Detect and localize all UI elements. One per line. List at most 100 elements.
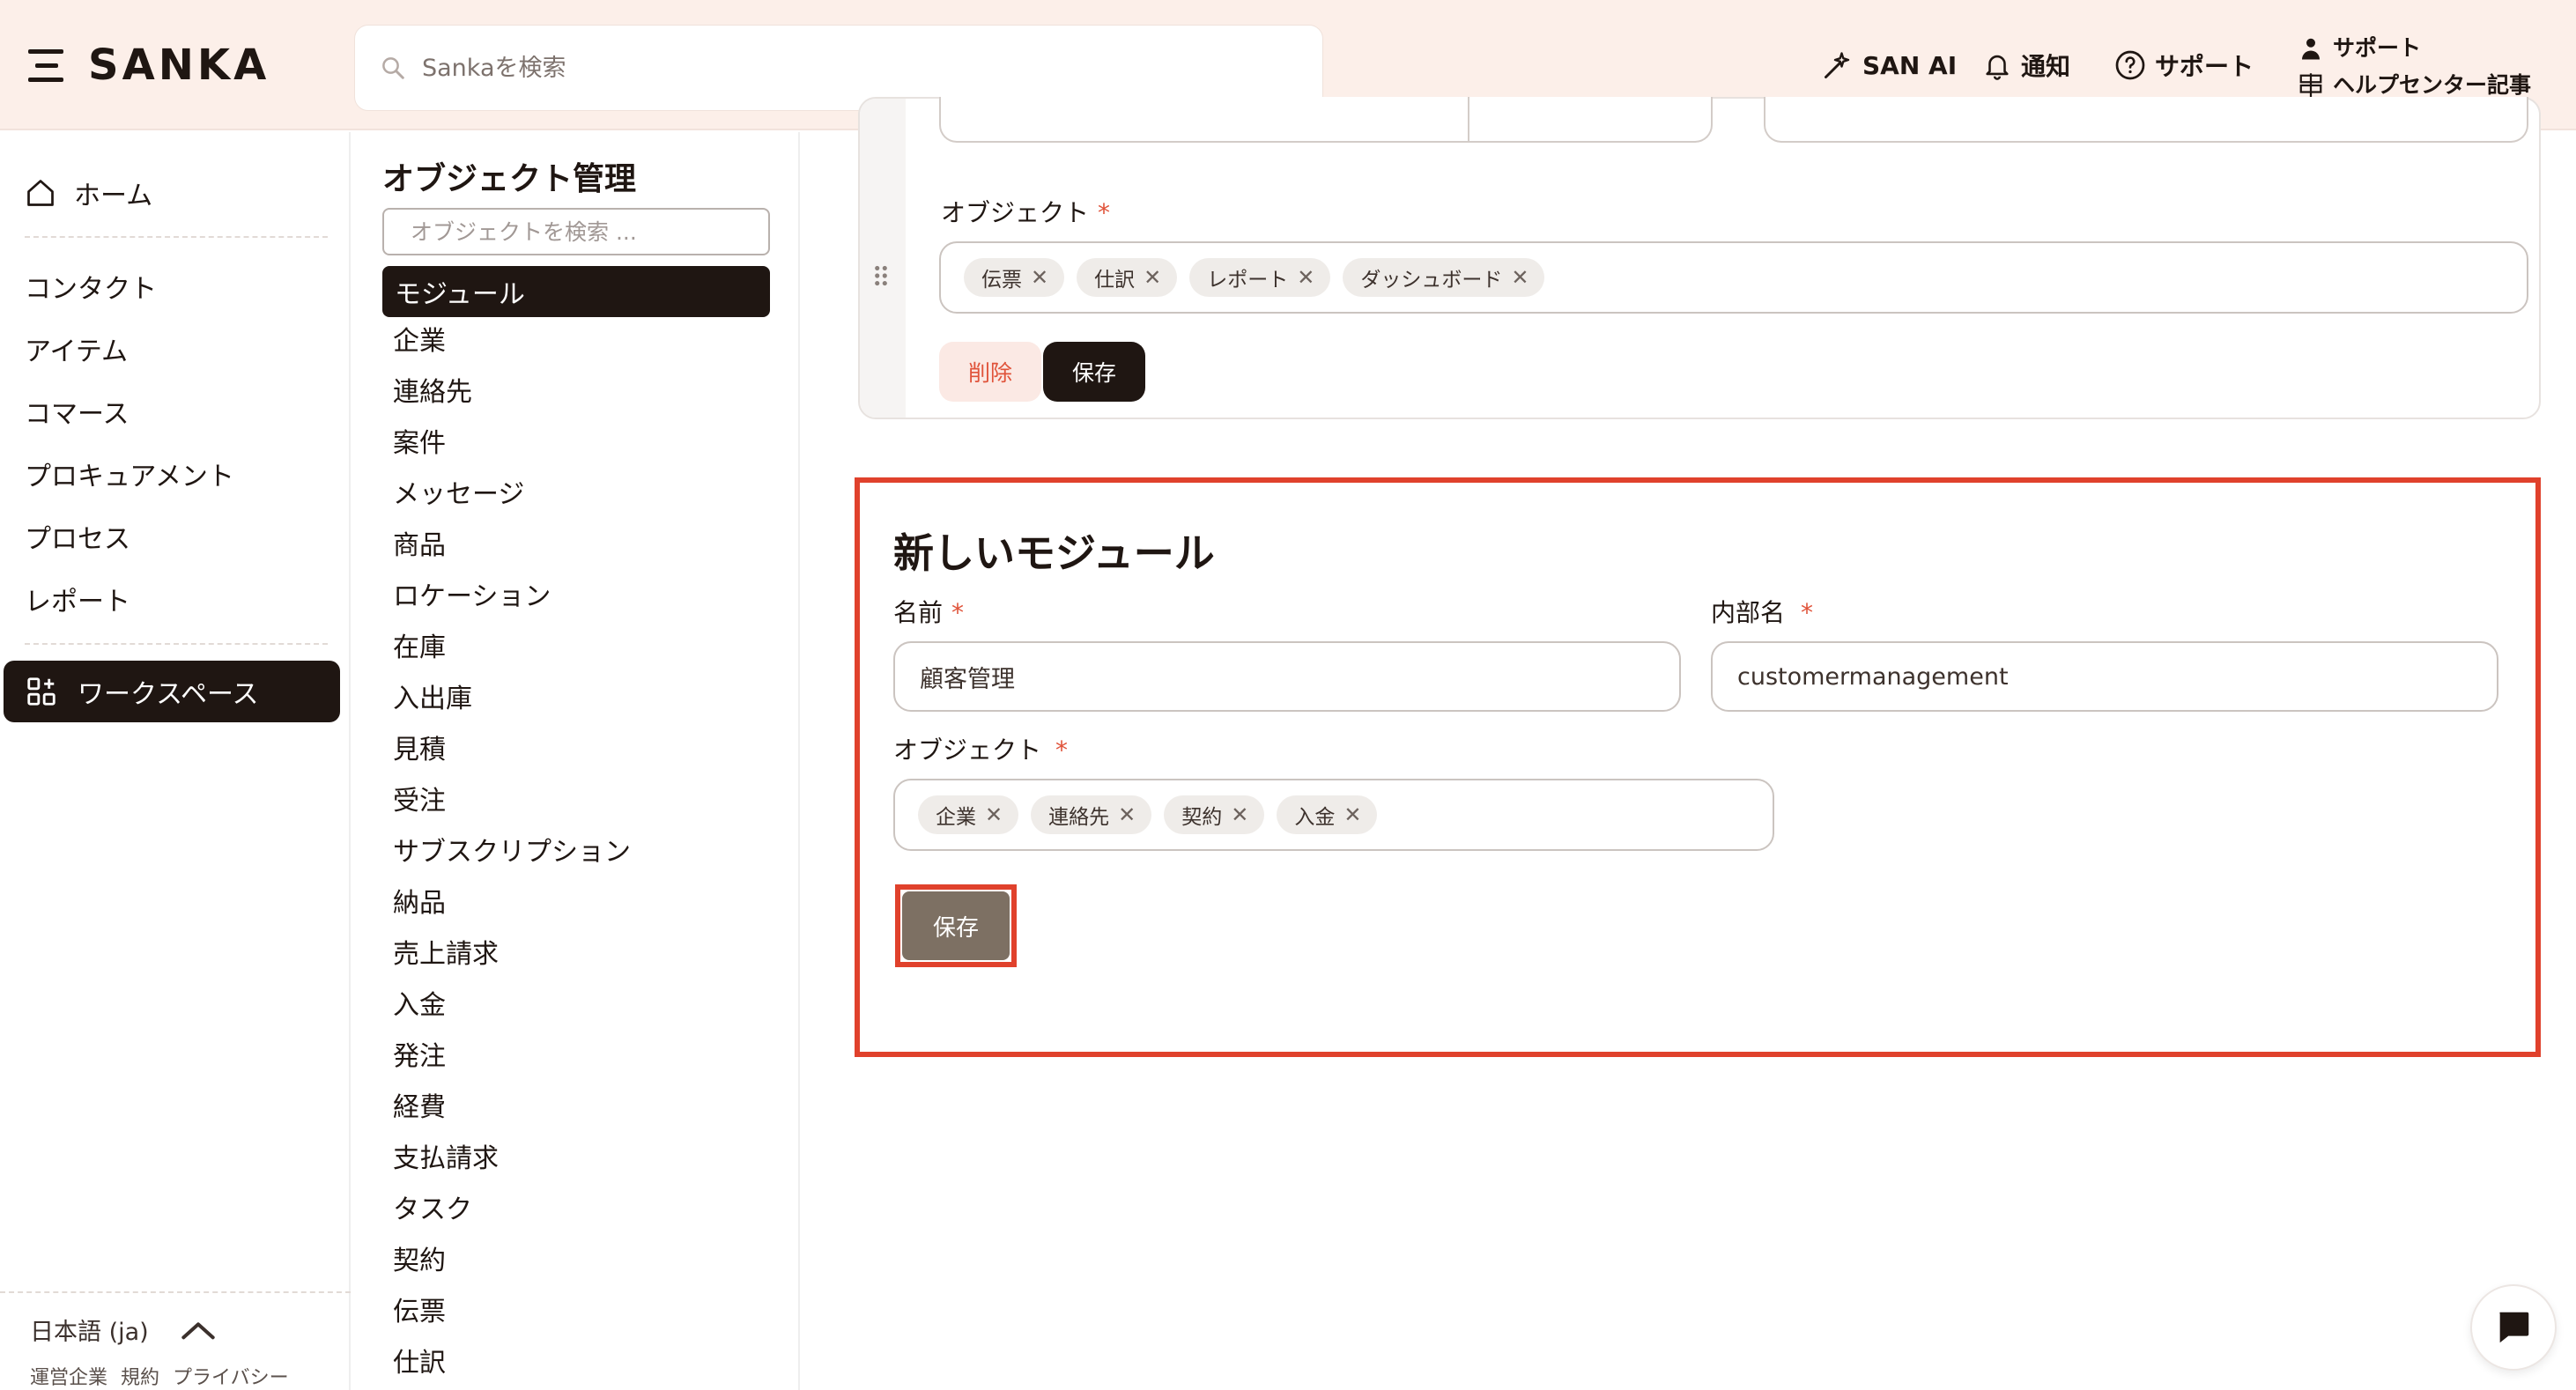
internal-name-label: 内部名 * [1711,594,1813,629]
object-item[interactable]: ロケーション [393,578,551,617]
object-tag: 仕訳 ✕ [1077,258,1178,297]
object-item[interactable]: 仕訳 [393,1344,446,1383]
object-item[interactable]: 発注 [393,1038,446,1076]
object-item[interactable]: 在庫 [393,629,446,668]
tag-label: 契約 [1181,806,1223,829]
internal-name-label-text: 内部名 [1711,598,1786,627]
help-links: サポート ヘルプセンター記事 [2298,30,2531,104]
object-item[interactable]: 入出庫 [393,680,472,719]
sidebar-item-commerce[interactable]: コマース [25,389,130,433]
tag-label: ダッシュボード [1360,269,1503,292]
name-label-text: 名前 [893,598,944,627]
delete-button[interactable]: 削除 [939,342,1041,402]
existing-module-card: オブジェクト * 伝票 ✕ 仕訳 ✕ レポート ✕ ダッシュボード ✕ 削除 保存 [858,97,2541,419]
brand-logo[interactable]: SANKA [28,39,270,92]
object-item[interactable]: 契約 [393,1242,446,1281]
sidebar-item-reports[interactable]: レポート [25,577,130,621]
tag-label: レポート [1207,269,1289,292]
remove-tag-icon[interactable]: ✕ [1118,802,1136,827]
san-ai-label: SAN AI [1862,50,1958,80]
sidebar-item-label: ワークスペース [78,679,259,710]
support-label: サポート [2155,52,2254,81]
save-new-module-button[interactable]: 保存 [902,891,1010,960]
required-mark: * [951,598,965,627]
footer-link-company[interactable]: 運営企業 [30,1367,107,1389]
support-button[interactable]: サポート [2114,41,2254,90]
internal-name-input[interactable] [1711,641,2498,712]
language-selector[interactable]: 日本語 (ja) [30,1312,216,1347]
object-item[interactable]: メッセージ [393,476,524,514]
object-tag: 契約 ✕ [1164,795,1265,834]
object-item[interactable]: 経費 [393,1089,446,1128]
object-item[interactable]: 案件 [393,425,446,463]
sidebar-item-label: アイテム [25,336,128,367]
object-panel-title: オブジェクト管理 [382,161,637,197]
sidebar-item-procurement[interactable]: プロキュアメント [25,452,234,496]
sidebar-item-items[interactable]: アイテム [25,327,128,371]
object-item[interactable]: 連絡先 [393,373,472,412]
search-input[interactable] [422,54,1215,82]
object-tag: レポート ✕ [1189,258,1331,297]
save-button[interactable]: 保存 [1043,342,1145,402]
required-mark: * [1098,198,1111,227]
object-item[interactable]: 伝票 [393,1293,446,1332]
remove-tag-icon[interactable]: ✕ [1231,802,1248,827]
san-ai-button[interactable]: SAN AI [1822,41,1957,90]
remove-tag-icon[interactable]: ✕ [1144,265,1161,290]
sidebar-item-label: ホーム [74,181,153,211]
object-item[interactable]: 支払請求 [393,1140,499,1179]
card-drag-rail[interactable] [860,99,906,418]
object-item[interactable]: 納品 [393,884,446,923]
previous-internal-name-input[interactable] [1764,97,2528,143]
sidebar-item-workspace[interactable]: ワークスペース [4,661,340,722]
object-item[interactable]: 売上請求 [393,935,499,974]
notification-button[interactable]: 通知 [1982,41,2070,90]
footer-link-terms[interactable]: 規約 [121,1367,159,1389]
object-item[interactable]: 入金 [393,987,446,1025]
required-mark: * [1055,736,1069,765]
object-search-input[interactable] [382,208,770,255]
sidebar-item-label: レポート [25,587,130,617]
home-icon [27,180,54,206]
sidebar-item-label: コマース [25,399,130,430]
object-item[interactable]: 見積 [393,731,446,770]
object-tag-input[interactable]: 伝票 ✕ 仕訳 ✕ レポート ✕ ダッシュボード ✕ [939,241,2528,314]
previous-name-input[interactable] [939,97,1468,143]
object-item[interactable]: タスク [393,1191,472,1230]
sidebar-item-home[interactable]: ホーム [25,171,152,215]
tag-label: 入金 [1294,806,1336,829]
object-tag-input[interactable]: 企業 ✕ 連絡先 ✕ 契約 ✕ 入金 ✕ [893,779,1774,851]
remove-tag-icon[interactable]: ✕ [1297,265,1314,290]
name-input[interactable] [893,641,1681,712]
object-tag: 連絡先 ✕ [1031,795,1152,834]
previous-field-input[interactable] [1468,97,1713,143]
menu-icon[interactable] [28,48,63,83]
language-label: 日本語 (ja) [30,1319,149,1346]
sidebar-item-label: プロセス [25,524,130,555]
object-item[interactable]: 商品 [393,527,446,566]
required-mark: * [1801,598,1814,627]
remove-tag-icon[interactable]: ✕ [1344,802,1361,827]
object-item[interactable]: 企業 [393,322,446,361]
main-content: オブジェクト * 伝票 ✕ 仕訳 ✕ レポート ✕ ダッシュボード ✕ 削除 保存 新しい… [802,97,2576,1390]
object-item[interactable]: サブスクリプション [393,833,631,872]
remove-tag-icon[interactable]: ✕ [985,802,1003,827]
object-item[interactable]: 受注 [393,782,446,821]
magic-wand-icon [1825,52,1850,78]
sidebar-item-contacts[interactable]: コンタクト [25,264,157,308]
footer-link-privacy[interactable]: プライバシー [173,1367,289,1389]
remove-tag-icon[interactable]: ✕ [1031,265,1048,290]
chat-launcher[interactable] [2470,1284,2557,1371]
object-tag: ダッシュボード ✕ [1343,258,1545,297]
sidebar-item-process[interactable]: プロセス [25,514,130,558]
tag-label: 伝票 [981,269,1022,292]
object-tag: 入金 ✕ [1277,795,1378,834]
sidebar-item-label: プロキュアメント [25,462,234,492]
object-list-panel: オブジェクト管理 モジュール 企業 連絡先 案件 メッセージ 商品 ロケーション… [352,132,800,1390]
divider [25,643,328,645]
footer-links: 運営企業 規約 プライバシー [30,1362,296,1390]
remove-tag-icon[interactable]: ✕ [1511,265,1529,290]
help-support-link[interactable]: サポート [2298,30,2531,67]
object-item-module[interactable]: モジュール [382,266,770,317]
drag-handle-icon[interactable] [870,262,892,289]
